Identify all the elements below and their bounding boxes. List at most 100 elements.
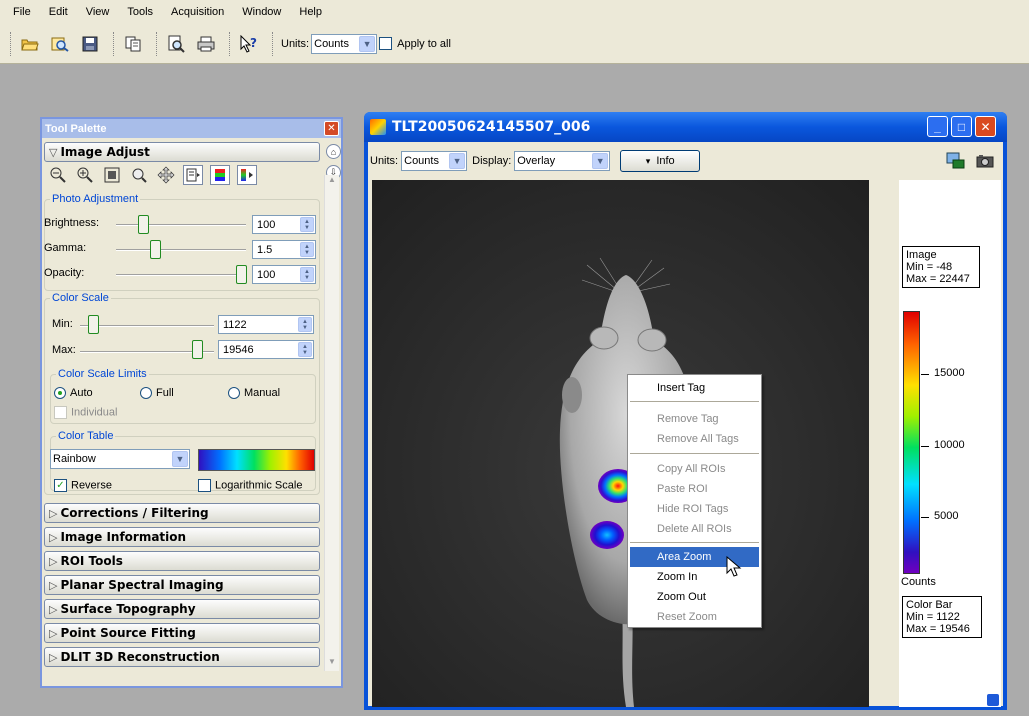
help-pointer-icon[interactable]: ? [236, 31, 262, 57]
menu-help[interactable]: Help [290, 0, 331, 24]
section-dlit-3d-reconstruction[interactable]: ▷ DLIT 3D Reconstruction [44, 647, 320, 667]
ctx-copy-all-rois: Copy All ROIs [657, 463, 726, 475]
export-image-icon[interactable] [183, 165, 203, 185]
section-planar-spectral-imaging[interactable]: ▷ Planar Spectral Imaging [44, 575, 320, 595]
menu-tools[interactable]: Tools [118, 0, 162, 24]
minimize-icon[interactable]: _ [927, 116, 948, 137]
color-bar-settings-icon[interactable] [237, 165, 257, 185]
gamma-slider-thumb[interactable] [150, 240, 161, 259]
photo-adjustment-label: Photo Adjustment [50, 193, 141, 205]
section-image-information[interactable]: ▷ Image Information [44, 527, 320, 547]
color-table-select[interactable]: Rainbow ▼ [50, 449, 190, 469]
radio-auto-indicator[interactable] [54, 387, 66, 400]
image-window-controls: Units: Counts ▼ Display: Overlay ▼ ▾ Inf… [368, 142, 1003, 180]
brightness-slider-thumb[interactable] [138, 215, 149, 234]
zoom-in-icon[interactable] [75, 165, 95, 185]
gamma-spinner[interactable]: 1.5 ▲ ▼ [252, 240, 316, 259]
info-button[interactable]: ▾ Info [620, 150, 701, 172]
toolbar-separator [229, 31, 230, 56]
chevron-down-icon[interactable]: ▼ [449, 153, 466, 169]
min-label: Min: [52, 318, 73, 330]
menu-window[interactable]: Window [233, 0, 290, 24]
log-scale-checkbox-row[interactable]: Logarithmic Scale [198, 479, 302, 492]
ctx-zoom-out[interactable]: Zoom Out [630, 587, 759, 607]
reverse-label: Reverse [71, 479, 112, 492]
ctx-insert-tag[interactable]: Insert Tag [630, 378, 759, 398]
max-slider-thumb[interactable] [192, 340, 203, 359]
tool-palette: Tool Palette ✕ ▽ Image Adjust ⌂ ⇩ ▲ ▼ Ph… [40, 117, 343, 688]
iw-units-value: Counts [404, 155, 439, 167]
opacity-slider-thumb[interactable] [236, 265, 247, 284]
ctx-delete-all-rois: Delete All ROIs [657, 523, 732, 535]
color-bar-stats-min: Min = 1122 [906, 611, 960, 623]
section-corrections-filtering[interactable]: ▷ Corrections / Filtering [44, 503, 320, 523]
iw-units-select[interactable]: Counts ▼ [401, 151, 468, 171]
zoom-area-icon[interactable] [129, 165, 149, 185]
toolbar-grip [10, 31, 11, 56]
reverse-checkbox[interactable]: ✓ [54, 479, 67, 492]
expand-triangle-icon: ▷ [49, 650, 58, 664]
brightness-slider[interactable] [116, 224, 246, 226]
radio-full[interactable]: Full [140, 387, 174, 400]
camera-icon[interactable] [976, 154, 994, 168]
resize-grip-icon[interactable] [987, 694, 999, 706]
fit-window-icon[interactable] [102, 165, 122, 185]
color-bar-icon[interactable] [210, 165, 230, 185]
min-slider[interactable] [80, 325, 214, 327]
open-folder-icon[interactable] [17, 31, 43, 57]
menu-view[interactable]: View [77, 0, 119, 24]
menu-acquisition[interactable]: Acquisition [162, 0, 233, 24]
print-preview-icon[interactable] [163, 31, 189, 57]
opacity-spinner[interactable]: 100 ▲ ▼ [252, 265, 316, 284]
individual-label: Individual [71, 406, 118, 419]
spinner-arrows-icon[interactable]: ▲ ▼ [300, 267, 314, 282]
tick-15000 [921, 374, 929, 375]
zoom-out-icon[interactable] [48, 165, 68, 185]
display-select[interactable]: Overlay ▼ [514, 151, 611, 171]
menu-edit[interactable]: Edit [40, 0, 77, 24]
spinner-arrows-icon[interactable]: ▲ ▼ [298, 317, 312, 332]
image-canvas[interactable] [372, 180, 869, 707]
brightness-spinner[interactable]: 100 ▲ ▼ [252, 215, 316, 234]
save-icon[interactable] [77, 31, 103, 57]
chevron-down-icon[interactable]: ▼ [359, 35, 376, 52]
spinner-arrows-icon[interactable]: ▲ ▼ [300, 242, 314, 257]
print-icon[interactable] [193, 31, 219, 57]
units-select[interactable]: Counts ▼ [311, 33, 378, 54]
color-table-value: Rainbow [53, 453, 96, 465]
maximize-icon[interactable]: □ [951, 116, 972, 137]
close-icon[interactable]: ✕ [324, 121, 339, 136]
apply-to-all-checkbox[interactable] [379, 37, 393, 50]
gamma-slider[interactable] [116, 249, 246, 251]
export-icon[interactable] [946, 152, 966, 170]
pan-icon[interactable] [156, 165, 176, 185]
palette-scrollbar[interactable]: ▲ ▼ [324, 175, 339, 671]
max-spinner[interactable]: 19546 ▲ ▼ [218, 340, 314, 359]
scroll-down-arrow-icon[interactable]: ▼ [325, 657, 339, 671]
scroll-up-arrow-icon[interactable]: ▲ [325, 175, 339, 189]
section-point-source-fitting[interactable]: ▷ Point Source Fitting [44, 623, 320, 643]
radio-manual[interactable]: Manual [228, 387, 280, 400]
opacity-slider[interactable] [116, 274, 246, 276]
copy-icon[interactable] [120, 31, 146, 57]
menu-file[interactable]: File [4, 0, 40, 24]
browse-icon[interactable] [47, 31, 73, 57]
spinner-arrows-icon[interactable]: ▲ ▼ [300, 217, 314, 232]
log-scale-checkbox[interactable] [198, 479, 211, 492]
min-slider-thumb[interactable] [88, 315, 99, 334]
chevron-down-icon[interactable]: ▼ [172, 451, 188, 467]
radio-full-indicator[interactable] [140, 387, 152, 400]
section-roi-tools[interactable]: ▷ ROI Tools [44, 551, 320, 571]
expand-triangle-icon: ▷ [49, 530, 58, 544]
section-image-adjust[interactable]: ▽ Image Adjust [44, 142, 320, 162]
radio-manual-indicator[interactable] [228, 387, 240, 400]
pin-up-icon[interactable]: ⌂ [326, 144, 341, 159]
close-icon[interactable]: ✕ [975, 116, 996, 137]
info-expand-icon: ▾ [645, 155, 651, 166]
section-surface-topography[interactable]: ▷ Surface Topography [44, 599, 320, 619]
reverse-checkbox-row[interactable]: ✓ Reverse [54, 479, 112, 492]
chevron-down-icon[interactable]: ▼ [592, 153, 609, 169]
radio-auto[interactable]: Auto [54, 387, 93, 400]
min-spinner[interactable]: 1122 ▲ ▼ [218, 315, 314, 334]
spinner-arrows-icon[interactable]: ▲ ▼ [298, 342, 312, 357]
